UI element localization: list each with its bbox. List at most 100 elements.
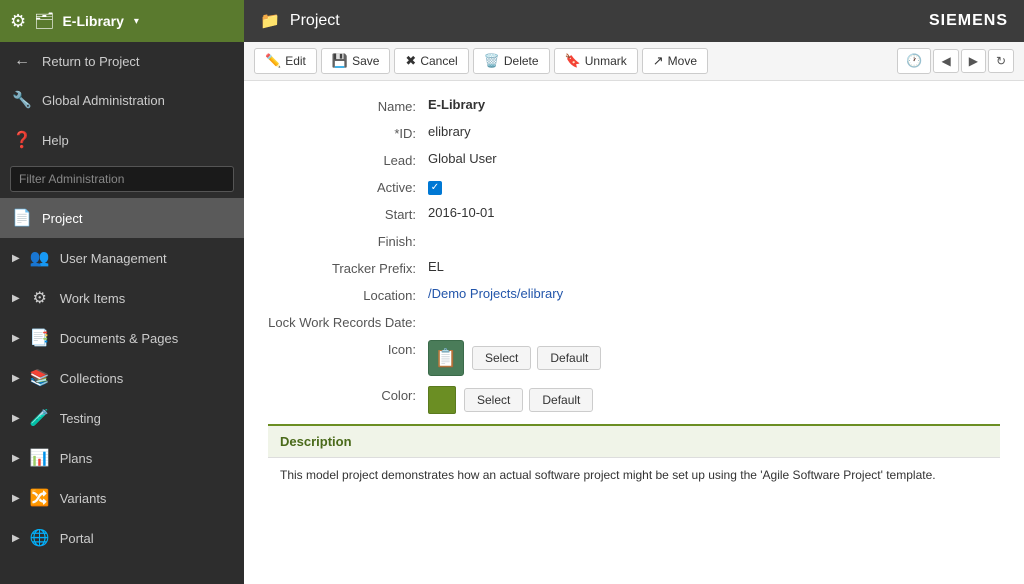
- expand-arrow-icon: ▶: [12, 293, 20, 304]
- edit-label: Edit: [285, 54, 306, 68]
- sidebar-item-label: Global Administration: [42, 93, 232, 108]
- expand-arrow-icon: ▶: [12, 533, 20, 544]
- cancel-icon: ✖: [405, 53, 416, 69]
- plans-icon: 📊: [30, 448, 50, 468]
- sidebar-item-label: Return to Project: [42, 54, 232, 69]
- documents-icon: 📑: [30, 328, 50, 348]
- tracker-prefix-label: Tracker Prefix:: [268, 259, 428, 276]
- prev-button[interactable]: ◀: [933, 49, 958, 73]
- unmark-label: Unmark: [585, 54, 627, 68]
- expand-arrow-icon: ▶: [12, 373, 20, 384]
- location-value[interactable]: /Demo Projects/elibrary: [428, 286, 563, 301]
- location-row: Location: /Demo Projects/elibrary: [268, 286, 1000, 303]
- project-icon: 📄: [12, 208, 32, 228]
- color-control: Select Default: [428, 386, 593, 414]
- sidebar-item-help[interactable]: ❓ Help: [0, 120, 244, 160]
- start-label: Start:: [268, 205, 428, 222]
- delete-label: Delete: [504, 54, 539, 68]
- tracker-prefix-row: Tracker Prefix: EL: [268, 259, 1000, 276]
- expand-arrow-icon: ▶: [12, 333, 20, 344]
- top-header: ⚙ 🗂 E-Library ▾ 📁 Project SIEMENS: [0, 0, 1024, 42]
- app-header-left: ⚙ 🗂 E-Library ▾: [0, 0, 244, 42]
- sidebar-item-user-management[interactable]: ▶ 👥 User Management: [0, 238, 244, 278]
- id-row: *ID: elibrary: [268, 124, 1000, 141]
- lock-row: Lock Work Records Date:: [268, 313, 1000, 330]
- main-layout: ← Return to Project 🔧 Global Administrat…: [0, 42, 1024, 584]
- finish-row: Finish:: [268, 232, 1000, 249]
- sidebar-item-return-to-project[interactable]: ← Return to Project: [0, 42, 244, 80]
- unmark-button[interactable]: 🔖 Unmark: [554, 48, 638, 74]
- expand-arrow-icon: ▶: [12, 453, 20, 464]
- icon-select-button[interactable]: Select: [472, 346, 531, 370]
- active-value: ✓: [428, 178, 442, 195]
- save-button[interactable]: 💾 Save: [321, 48, 391, 74]
- sidebar-item-collections[interactable]: ▶ 📚 Collections: [0, 358, 244, 398]
- start-row: Start: 2016-10-01: [268, 205, 1000, 222]
- form-content: Name: E-Library *ID: elibrary Lead: Glob…: [244, 81, 1024, 584]
- tracker-prefix-value: EL: [428, 259, 444, 274]
- edit-icon: ✏️: [265, 53, 281, 69]
- sidebar-item-documents-pages[interactable]: ▶ 📑 Documents & Pages: [0, 318, 244, 358]
- sidebar-item-portal[interactable]: ▶ 🌐 Portal: [0, 518, 244, 558]
- icon-default-button[interactable]: Default: [537, 346, 601, 370]
- sidebar-item-testing[interactable]: ▶ 🧪 Testing: [0, 398, 244, 438]
- work-items-icon: ⚙: [30, 288, 50, 308]
- move-button[interactable]: ↗ Move: [642, 48, 708, 74]
- sidebar-item-label: Testing: [60, 411, 232, 426]
- expand-arrow-icon: ▶: [12, 413, 20, 424]
- lead-row: Lead: Global User: [268, 151, 1000, 168]
- sidebar-search-container: [0, 160, 244, 198]
- sidebar-item-label: Project: [42, 211, 232, 226]
- icon-label: Icon:: [268, 340, 428, 357]
- color-row: Color: Select Default: [268, 386, 1000, 414]
- icon-row: Icon: 📋 Select Default: [268, 340, 1000, 376]
- expand-arrow-icon: ▶: [12, 253, 20, 264]
- color-preview: [428, 386, 456, 414]
- sidebar-item-label: Help: [42, 133, 232, 148]
- active-row: Active: ✓: [268, 178, 1000, 195]
- sidebar-item-label: Portal: [60, 531, 232, 546]
- filter-administration-input[interactable]: [10, 166, 234, 192]
- name-label: Name:: [268, 97, 428, 114]
- lead-label: Lead:: [268, 151, 428, 168]
- sidebar-item-variants[interactable]: ▶ 🔀 Variants: [0, 478, 244, 518]
- description-body: This model project demonstrates how an a…: [268, 458, 1000, 492]
- lead-value: Global User: [428, 151, 497, 166]
- collections-icon: 📚: [30, 368, 50, 388]
- history-button[interactable]: 🕐: [897, 48, 931, 74]
- toolbar-nav: 🕐 ◀ ▶ ↻: [897, 48, 1014, 74]
- sidebar-item-label: Collections: [60, 371, 232, 386]
- edit-button[interactable]: ✏️ Edit: [254, 48, 317, 74]
- icon-glyph: 📋: [435, 348, 457, 369]
- refresh-button[interactable]: ↻: [988, 49, 1014, 73]
- sidebar: ← Return to Project 🔧 Global Administrat…: [0, 42, 244, 584]
- sidebar-item-global-administration[interactable]: 🔧 Global Administration: [0, 80, 244, 120]
- next-button[interactable]: ▶: [961, 49, 986, 73]
- color-default-button[interactable]: Default: [529, 388, 593, 412]
- wrench-icon: 🔧: [12, 90, 32, 110]
- delete-icon: 🗑️: [484, 53, 500, 69]
- id-label: *ID:: [268, 124, 428, 141]
- save-icon: 💾: [332, 53, 348, 69]
- location-label: Location:: [268, 286, 428, 303]
- sidebar-item-plans[interactable]: ▶ 📊 Plans: [0, 438, 244, 478]
- app-name[interactable]: E-Library: [62, 13, 123, 29]
- finish-label: Finish:: [268, 232, 428, 249]
- gear-icon: ⚙: [10, 11, 26, 32]
- save-label: Save: [352, 54, 379, 68]
- content-area: ✏️ Edit 💾 Save ✖ Cancel 🗑️ Delete 🔖 Unma…: [244, 42, 1024, 584]
- active-checkbox[interactable]: ✓: [428, 181, 442, 195]
- sidebar-item-label: Documents & Pages: [60, 331, 232, 346]
- sidebar-item-project[interactable]: 📄 Project: [0, 198, 244, 238]
- color-select-button[interactable]: Select: [464, 388, 523, 412]
- delete-button[interactable]: 🗑️ Delete: [473, 48, 550, 74]
- sidebar-item-work-items[interactable]: ▶ ⚙ Work Items: [0, 278, 244, 318]
- app-dropdown-arrow[interactable]: ▾: [134, 16, 139, 27]
- id-value: elibrary: [428, 124, 471, 139]
- toolbar: ✏️ Edit 💾 Save ✖ Cancel 🗑️ Delete 🔖 Unma…: [244, 42, 1024, 81]
- page-folder-icon: 📁: [260, 11, 280, 31]
- cancel-button[interactable]: ✖ Cancel: [394, 48, 468, 74]
- unmark-icon: 🔖: [565, 53, 581, 69]
- active-label: Active:: [268, 178, 428, 195]
- lock-label: Lock Work Records Date:: [268, 313, 428, 330]
